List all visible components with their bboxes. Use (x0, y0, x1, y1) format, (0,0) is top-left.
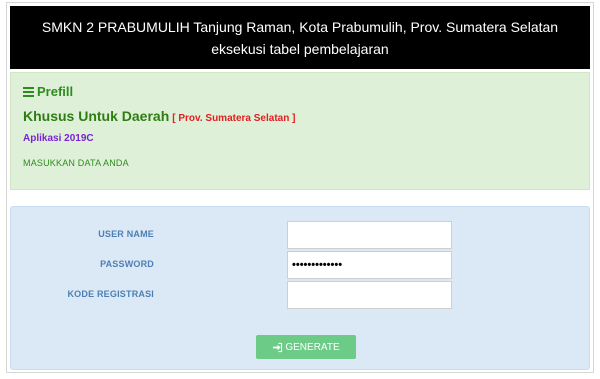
region-heading: Khusus Untuk Daerah[ Prov. Sumatera Sela… (23, 108, 295, 124)
page-header: SMKN 2 PRABUMULIH Tanjung Raman, Kota Pr… (10, 6, 590, 69)
password-input[interactable] (287, 251, 452, 279)
generate-button[interactable]: GENERATE (256, 335, 356, 359)
password-label: PASSWORD (100, 259, 154, 269)
kode-registrasi-label: KODE REGISTRASI (67, 289, 154, 299)
sign-in-icon (273, 342, 283, 352)
instruction-text: MASUKKAN DATA ANDA (23, 158, 129, 168)
login-panel: SMKN 2 PRABUMULIH Tanjung Raman, Kota Pr… (6, 2, 594, 373)
region-label: [ Prov. Sumatera Selatan ] (172, 113, 296, 124)
login-form: USER NAME PASSWORD KODE REGISTRASI GENER… (10, 206, 590, 370)
khusus-label: Khusus Untuk Daerah (23, 108, 170, 124)
username-input[interactable] (287, 221, 452, 249)
app-version: Aplikasi 2019C (23, 133, 94, 144)
info-box: Prefill Khusus Untuk Daerah[ Prov. Sumat… (10, 72, 590, 190)
school-title: SMKN 2 PRABUMULIH Tanjung Raman, Kota Pr… (41, 19, 559, 35)
prefill-heading: Prefill (23, 84, 73, 99)
list-icon (23, 86, 34, 97)
username-label: USER NAME (98, 229, 154, 239)
page-subtitle: eksekusi tabel pembelajaran (211, 41, 389, 57)
kode-registrasi-input[interactable] (287, 281, 452, 309)
prefill-label: Prefill (37, 84, 74, 99)
generate-label: GENERATE (285, 341, 340, 353)
